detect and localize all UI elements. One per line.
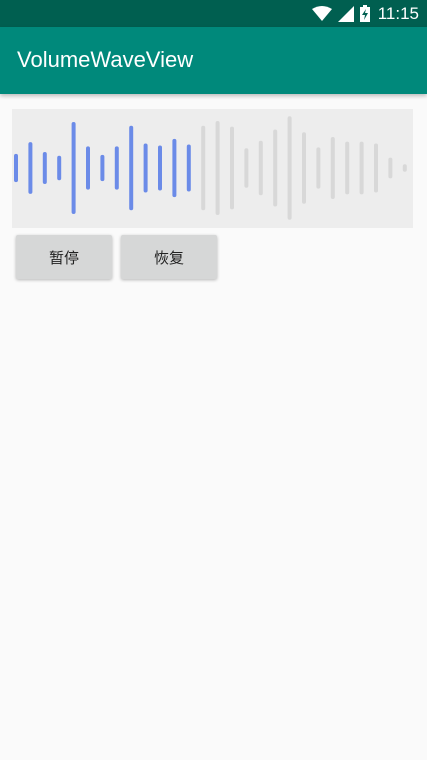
pause-button[interactable]: 暂停: [16, 235, 112, 279]
wave-bar-active: [100, 154, 105, 182]
wave-bar-inactive: [244, 148, 249, 188]
app-bar: VolumeWaveView: [0, 27, 427, 94]
wave-bar-active: [57, 155, 62, 181]
signal-icon: [337, 5, 354, 22]
status-icons: 11:15: [311, 0, 419, 27]
wave-bar-inactive: [230, 126, 234, 210]
wave-bar-inactive: [258, 140, 263, 196]
wave-bar-inactive: [316, 147, 321, 189]
status-bar: 11:15: [0, 0, 427, 27]
wave-bar-active: [158, 145, 162, 191]
wifi-icon: [311, 5, 332, 22]
wave-bar-active: [14, 153, 18, 183]
wave-bar-inactive: [287, 116, 292, 220]
wave-bar-active: [114, 146, 119, 190]
wave-bar-active: [172, 138, 177, 198]
wave-bar-inactive: [345, 141, 350, 195]
wave-bar-inactive: [402, 164, 407, 172]
wave-bars: [14, 116, 407, 220]
wave-bar-inactive: [374, 143, 378, 193]
wave-bar-inactive: [388, 157, 393, 179]
battery-charging-icon: [359, 5, 370, 22]
wave-bar-inactive: [359, 141, 364, 195]
wave-bar-active: [42, 152, 47, 184]
wave-bar-inactive: [201, 125, 206, 211]
wave-bar-active: [86, 146, 90, 190]
resume-button[interactable]: 恢复: [121, 235, 217, 279]
wave-bar-active: [28, 142, 33, 194]
wave-bar-inactive: [215, 121, 220, 215]
wave-bar-active: [143, 143, 148, 193]
wave-bar-active: [186, 144, 191, 192]
status-clock: 11:15: [377, 3, 419, 23]
wave-bar-active: [71, 121, 76, 215]
wave-bar-inactive: [273, 129, 278, 207]
wave-bar-inactive: [330, 136, 335, 200]
wave-bar-inactive: [302, 132, 306, 204]
app-title: VolumeWaveView: [17, 47, 194, 72]
volume-wave-view: [12, 109, 413, 228]
wave-bar-active: [129, 125, 134, 211]
